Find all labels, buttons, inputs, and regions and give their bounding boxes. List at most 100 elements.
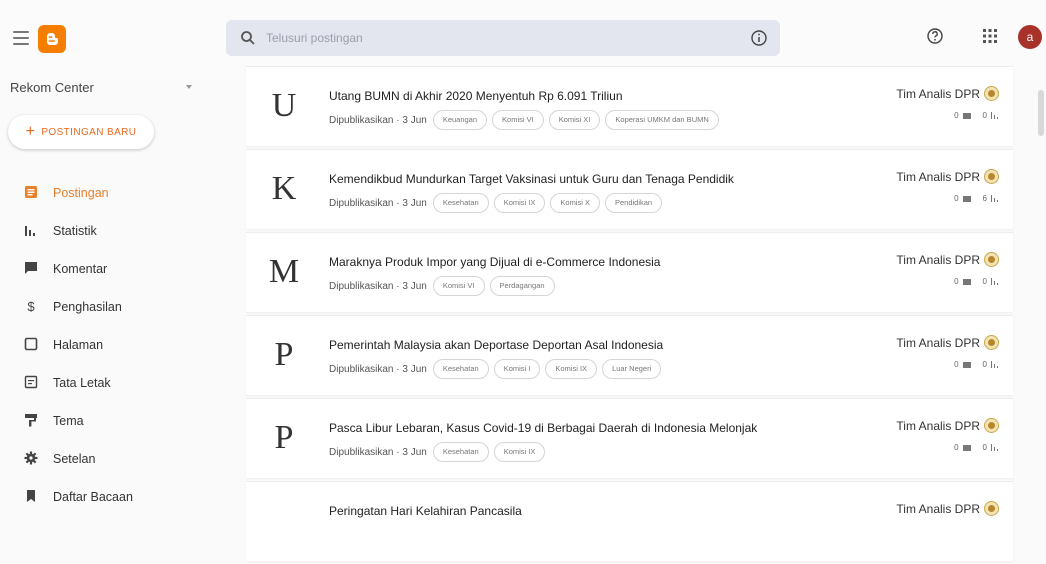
post-label-chip[interactable]: Kesehatan	[432, 442, 489, 462]
post-title[interactable]: Utang BUMN di Akhir 2020 Menyentuh Rp 6.…	[329, 89, 623, 103]
sidebar-item-label: Komentar	[53, 262, 108, 276]
posts-icon	[25, 186, 37, 198]
author-avatar	[984, 418, 999, 433]
post-author: Tim Analis DPR	[896, 252, 999, 267]
sidebar-item-label: Tata Letak	[53, 376, 111, 390]
sidebar-item-tata-letak[interactable]: Tata Letak	[0, 364, 210, 402]
comment-count: 0	[954, 194, 959, 203]
post-stats: 0 0	[954, 360, 999, 369]
comment-icon	[962, 195, 971, 202]
blog-selector[interactable]: Rekom Center	[10, 80, 200, 100]
page-icon	[24, 337, 38, 351]
view-count: 6	[982, 194, 987, 203]
post-stats: 0 0	[954, 111, 999, 120]
sidebar-item-setelan[interactable]: Setelan	[0, 440, 210, 478]
post-status: Dipublikasikan · 3 Jun	[329, 363, 427, 375]
comment-count: 0	[954, 277, 959, 286]
post-title[interactable]: Pemerintah Malaysia akan Deportase Depor…	[329, 338, 663, 352]
sidebar-item-statistik[interactable]: Statistik	[0, 212, 210, 250]
author-name: Tim Analis DPR	[896, 501, 980, 516]
sidebar-item-tema[interactable]: Tema	[0, 402, 210, 440]
post-list: U Utang BUMN di Akhir 2020 Menyentuh Rp …	[246, 66, 1013, 564]
author-avatar	[984, 86, 999, 101]
post-row[interactable]: P Pasca Libur Lebaran, Kasus Covid-19 di…	[246, 398, 1013, 478]
comment-icon	[25, 262, 37, 274]
post-row[interactable]: U Utang BUMN di Akhir 2020 Menyentuh Rp …	[246, 66, 1013, 146]
search-input[interactable]	[266, 20, 726, 56]
post-label-chip[interactable]: Komisi X	[550, 193, 600, 213]
post-label-chip[interactable]: Komisi IX	[493, 442, 546, 462]
author-name: Tim Analis DPR	[896, 252, 980, 267]
post-label-chip[interactable]: Luar Negeri	[602, 359, 662, 379]
help-icon[interactable]	[926, 27, 944, 45]
post-meta: Dipublikasikan · 3 Jun Komisi VI Perdaga…	[329, 276, 560, 296]
views-icon	[991, 444, 998, 451]
menu-icon[interactable]	[13, 31, 29, 45]
comment-icon	[962, 361, 971, 368]
post-label-chip[interactable]: Komisi IX	[493, 193, 546, 213]
chevron-down-icon	[186, 85, 192, 89]
post-label-chip[interactable]: Pendidikan	[604, 193, 663, 213]
theme-icon	[25, 414, 37, 427]
new-post-label: POSTINGAN BARU	[41, 126, 137, 138]
post-label-chip[interactable]: Komisi VI	[432, 276, 485, 296]
post-stats: 0 6	[954, 194, 999, 203]
post-label-chip[interactable]: Komisi I	[493, 359, 541, 379]
sidebar-item-halaman[interactable]: Halaman	[0, 326, 210, 364]
post-title[interactable]: Kemendikbud Mundurkan Target Vaksinasi u…	[329, 172, 734, 186]
sidebar-item-postingan[interactable]: Postingan	[0, 174, 210, 212]
sidebar-item-label: Tema	[53, 414, 84, 428]
post-stats: 0 0	[954, 443, 999, 452]
views-icon	[991, 361, 998, 368]
author-avatar	[984, 335, 999, 350]
comment-icon	[962, 444, 971, 451]
blogger-logo[interactable]	[38, 25, 66, 53]
info-icon[interactable]	[750, 29, 768, 47]
post-label-chip[interactable]: Komisi XI	[548, 110, 601, 130]
post-initial: U	[271, 87, 297, 124]
views-icon	[991, 195, 998, 202]
post-label-chip[interactable]: Komisi IX	[545, 359, 598, 379]
post-initial: K	[271, 170, 297, 207]
post-author: Tim Analis DPR	[896, 335, 999, 350]
sidebar-item-daftar-bacaan[interactable]: Daftar Bacaan	[0, 478, 210, 516]
sidebar-item-komentar[interactable]: Komentar	[0, 250, 210, 288]
post-title[interactable]: Maraknya Produk Impor yang Dijual di e-C…	[329, 255, 660, 269]
post-meta: Dipublikasikan · 3 Jun Keuangan Komisi V…	[329, 110, 724, 130]
views-icon	[991, 278, 998, 285]
scrollbar[interactable]	[1038, 90, 1044, 136]
author-avatar	[984, 169, 999, 184]
post-label-chip[interactable]: Perdagangan	[489, 276, 555, 296]
post-meta: Dipublikasikan · 3 Jun Kesehatan Komisi …	[329, 193, 667, 213]
post-initial: M	[268, 253, 300, 290]
stats-icon	[25, 226, 35, 236]
post-row[interactable]: K Kemendikbud Mundurkan Target Vaksinasi…	[246, 149, 1013, 229]
new-post-button[interactable]: + POSTINGAN BARU	[8, 115, 154, 149]
post-row[interactable]: P Pemerintah Malaysia akan Deportase Dep…	[246, 315, 1013, 395]
post-row[interactable]: Peringatan Hari Kelahiran Pancasila Tim …	[246, 481, 1013, 561]
bookmark-icon	[27, 490, 35, 502]
post-author: Tim Analis DPR	[896, 418, 999, 433]
comment-count: 0	[954, 111, 959, 120]
post-title[interactable]: Peringatan Hari Kelahiran Pancasila	[329, 504, 522, 518]
comment-icon	[962, 112, 971, 119]
post-title[interactable]: Pasca Libur Lebaran, Kasus Covid-19 di B…	[329, 421, 757, 435]
post-status: Dipublikasikan · 3 Jun	[329, 280, 427, 292]
post-meta: Dipublikasikan · 3 Jun Kesehatan Komisi …	[329, 359, 666, 379]
post-label-chip[interactable]: Kesehatan	[432, 193, 489, 213]
author-name: Tim Analis DPR	[896, 335, 980, 350]
svg-text:$: $	[27, 299, 35, 313]
post-author: Tim Analis DPR	[896, 169, 999, 184]
post-status: Dipublikasikan · 3 Jun	[329, 446, 427, 458]
post-label-chip[interactable]: Kesehatan	[432, 359, 489, 379]
apps-icon[interactable]	[982, 28, 998, 44]
sidebar-item-penghasilan[interactable]: $ Penghasilan	[0, 288, 210, 326]
post-label-chip[interactable]: Komisi VI	[492, 110, 544, 130]
sidebar-item-label: Statistik	[53, 224, 97, 238]
post-row[interactable]: M Maraknya Produk Impor yang Dijual di e…	[246, 232, 1013, 312]
post-label-chip[interactable]: Koperasi UMKM dan BUMN	[605, 110, 719, 130]
post-label-chip[interactable]: Keuangan	[432, 110, 488, 130]
avatar[interactable]: a	[1018, 25, 1042, 49]
blog-name: Rekom Center	[10, 80, 94, 95]
view-count: 0	[982, 443, 987, 452]
